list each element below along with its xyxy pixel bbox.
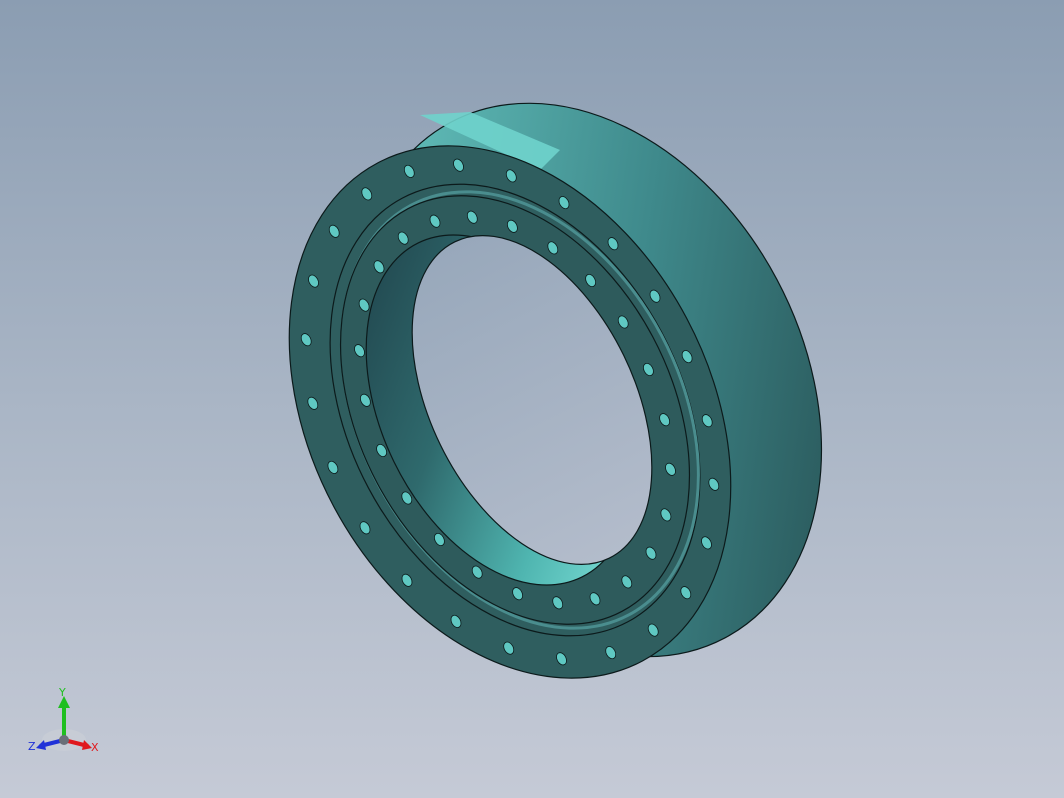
model-view[interactable] bbox=[0, 0, 1064, 798]
axis-triad[interactable]: Y X Z bbox=[24, 682, 108, 758]
z-axis-label: Z bbox=[28, 740, 36, 753]
x-axis-label: X bbox=[91, 741, 99, 754]
y-axis-label: Y bbox=[58, 686, 66, 699]
3d-viewport[interactable]: Y X Z bbox=[0, 0, 1064, 798]
triad-origin-icon bbox=[59, 735, 69, 745]
